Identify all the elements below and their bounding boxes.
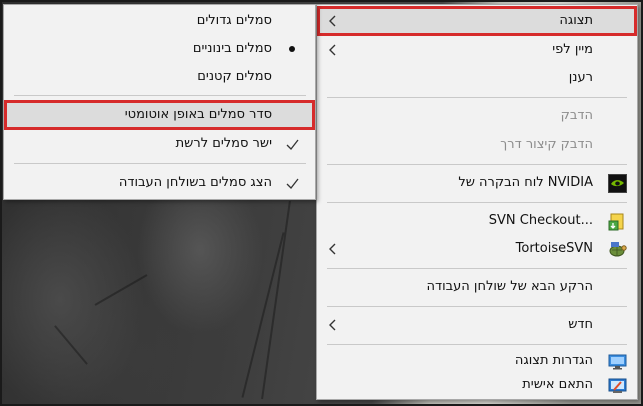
menu-item-svn-checkout[interactable]: SVN Checkout... (318, 207, 636, 235)
menu-item-label: הדבק (560, 108, 593, 123)
submenu-item-align-icons-to-grid[interactable]: ישר סמלים לרשת (5, 130, 314, 158)
nvidia-icon (608, 174, 627, 193)
menu-separator (14, 95, 306, 96)
menu-item-label: הרקע הבא של שולחן העבודה (426, 279, 593, 294)
menu-item-nvidia-control-panel[interactable]: לוח הבקרה של NVIDIA (318, 169, 636, 197)
menu-item-next-desktop-background[interactable]: הרקע הבא של שולחן העבודה (318, 273, 636, 301)
submenu-item-small-icons[interactable]: סמלים קטנים (5, 63, 314, 91)
menu-item-label: רענן (568, 70, 593, 85)
menu-separator (327, 97, 627, 98)
menu-item-label: סמלים בינוניים (192, 41, 272, 56)
menu-item-label: הצג סמלים בשולחן העבודה (118, 175, 272, 190)
menu-item-label: תצוגה (559, 13, 593, 28)
menu-separator (14, 163, 306, 164)
menu-item-view[interactable]: תצוגה (317, 6, 637, 36)
tortoisesvn-icon (608, 240, 627, 259)
menu-item-tortoisesvn[interactable]: TortoiseSVN (318, 235, 636, 263)
menu-item-label: לוח הבקרה של NVIDIA (458, 175, 593, 190)
submenu-item-large-icons[interactable]: סמלים גדולים (5, 7, 314, 35)
checkmark-icon (284, 130, 300, 158)
menu-item-label: התאם אישית (522, 377, 593, 392)
menu-item-label: סדר סמלים באופן אוטומטי (124, 107, 272, 122)
menu-separator (327, 344, 627, 345)
menu-item-personalize[interactable]: התאם אישית (318, 371, 636, 399)
menu-item-sort-by[interactable]: מיין לפי (318, 36, 636, 64)
menu-item-label: חדש (568, 317, 593, 332)
menu-item-paste: הדבק (318, 102, 636, 130)
checkmark-icon (284, 169, 300, 197)
svn-checkout-icon (608, 212, 627, 231)
submenu-item-medium-icons[interactable]: סמלים בינוניים (5, 35, 314, 63)
display-settings-icon (608, 352, 627, 371)
menu-item-label: מיין לפי (552, 42, 593, 57)
menu-item-refresh[interactable]: רענן (318, 64, 636, 92)
view-submenu: סמלים גדולים סמלים בינוניים סמלים קטנים … (3, 4, 316, 200)
rock-crack (94, 274, 148, 306)
menu-separator (327, 202, 627, 203)
submenu-item-auto-arrange-icons[interactable]: סדר סמלים באופן אוטומטי (4, 100, 315, 130)
menu-item-label: SVN Checkout... (488, 213, 593, 228)
desktop-context-menu: תצוגה מיין לפי רענן הדבק הדבק קיצור דרך … (316, 4, 638, 400)
menu-item-new[interactable]: חדש (318, 311, 636, 339)
rock-crack (54, 325, 88, 365)
menu-item-label: סמלים קטנים (197, 69, 272, 84)
menu-item-label: TortoiseSVN (515, 241, 593, 256)
menu-item-paste-shortcut: הדבק קיצור דרך (318, 131, 636, 159)
submenu-item-show-desktop-icons[interactable]: הצג סמלים בשולחן העבודה (5, 169, 314, 197)
menu-item-label: סמלים גדולים (196, 13, 272, 28)
menu-separator (327, 268, 627, 269)
menu-item-label: הדבק קיצור דרך (500, 137, 593, 152)
personalize-icon (608, 376, 627, 395)
menu-item-label: ישר סמלים לרשת (175, 136, 272, 151)
menu-separator (327, 164, 627, 165)
menu-separator (327, 306, 627, 307)
bullet-icon (284, 35, 300, 63)
